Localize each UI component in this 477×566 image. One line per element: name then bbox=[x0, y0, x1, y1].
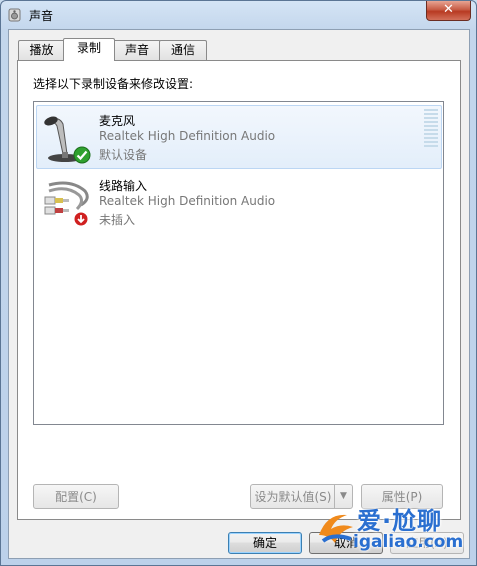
tab-playback[interactable]: 播放 bbox=[18, 40, 65, 60]
device-item-line-in[interactable]: 线路输入 Realtek High Definition Audio 未插入 bbox=[36, 170, 442, 234]
ok-button[interactable]: 确定 bbox=[228, 532, 302, 554]
watermark-url: igaliao.com bbox=[353, 532, 464, 552]
close-button[interactable]: ✕ bbox=[426, 1, 471, 21]
sound-dialog-window: 声音 ✕ 播放 录制 声音 通信 选择以下录制设备来修改设置: 麦克风 Real… bbox=[0, 0, 477, 566]
device-list[interactable]: 麦克风 Realtek High Definition Audio 默认设备 线… bbox=[33, 101, 444, 425]
device-item-microphone[interactable]: 麦克风 Realtek High Definition Audio 默认设备 bbox=[36, 105, 442, 169]
speaker-icon bbox=[8, 8, 21, 22]
device-status: 默认设备 bbox=[99, 148, 148, 162]
tab-recording[interactable]: 录制 bbox=[63, 38, 115, 61]
red-down-arrow-icon bbox=[73, 211, 89, 227]
device-description: Realtek High Definition Audio bbox=[99, 129, 276, 143]
device-name: 线路输入 bbox=[99, 179, 148, 193]
watermark-title: 爱·尬聊 bbox=[357, 507, 443, 535]
instruction-label: 选择以下录制设备来修改设置: bbox=[33, 77, 194, 91]
device-description: Realtek High Definition Audio bbox=[99, 194, 276, 208]
window-title: 声音 bbox=[29, 9, 54, 23]
dialog-client-area: 播放 录制 声音 通信 选择以下录制设备来修改设置: 麦克风 Realtek H… bbox=[8, 29, 470, 559]
title-bar[interactable]: 声音 ✕ bbox=[1, 1, 476, 29]
recording-tab-panel: 选择以下录制设备来修改设置: 麦克风 Realtek High Definiti… bbox=[17, 60, 461, 520]
tab-sounds[interactable]: 声音 bbox=[113, 40, 161, 60]
configure-button[interactable]: 配置(C) bbox=[33, 484, 119, 509]
level-meter bbox=[424, 109, 438, 149]
watermark-logo: 爱·尬聊 igaliao.com bbox=[309, 499, 474, 559]
green-check-icon bbox=[73, 146, 91, 164]
device-status: 未插入 bbox=[99, 213, 136, 227]
device-name: 麦克风 bbox=[99, 114, 136, 128]
tab-communications[interactable]: 通信 bbox=[159, 40, 207, 60]
